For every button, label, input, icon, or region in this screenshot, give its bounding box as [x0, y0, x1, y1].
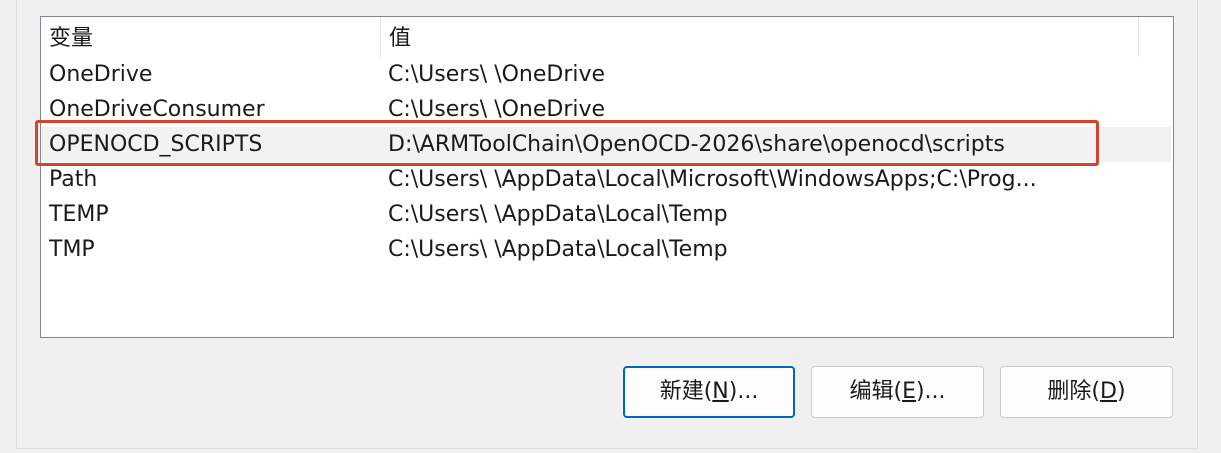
delete-button-label: 删除( [1047, 379, 1101, 404]
variable-value: C:\Users\ \AppData\Local\Microsoft\Windo… [388, 167, 1037, 192]
edit-button-label: 编辑( [849, 379, 903, 404]
column-header-variable[interactable]: 变量 [41, 17, 381, 57]
edit-button-accesskey: E [902, 379, 916, 404]
list-row-temp[interactable]: TEMP C:\Users\ \AppData\Local\Temp [41, 197, 1171, 232]
edit-button-suffix: )... [915, 379, 946, 404]
variable-name: TMP [49, 237, 95, 262]
variables-list[interactable]: 变量 值 OneDrive C:\Users\ \OneDrive OneDri… [40, 16, 1174, 338]
edit-button[interactable]: 编辑(E)... [811, 366, 984, 418]
variable-name: Path [49, 167, 98, 192]
new-button-label: 新建( [659, 379, 713, 404]
delete-button-suffix: ) [1116, 379, 1126, 404]
variable-value: C:\Users\ \OneDrive [388, 62, 606, 87]
new-button-accesskey: N [712, 379, 729, 404]
column-header-value[interactable]: 值 [381, 17, 1139, 57]
new-button-suffix: )... [728, 379, 759, 404]
list-row-path[interactable]: Path C:\Users\ \AppData\Local\Microsoft\… [41, 162, 1171, 197]
new-button[interactable]: 新建(N)... [623, 366, 795, 418]
variable-name: OneDrive [49, 62, 153, 87]
variable-name: TEMP [49, 202, 109, 227]
delete-button[interactable]: 删除(D) [1000, 366, 1173, 418]
list-header: 变量 值 [41, 17, 1139, 57]
list-row-onedrive[interactable]: OneDrive C:\Users\ \OneDrive [41, 57, 1171, 92]
delete-button-accesskey: D [1100, 379, 1117, 404]
variable-value: C:\Users\ \AppData\Local\Temp [388, 237, 728, 262]
list-row-tmp[interactable]: TMP C:\Users\ \AppData\Local\Temp [41, 232, 1171, 267]
annotation-highlight-box [35, 120, 1099, 166]
variable-value: C:\Users\ \AppData\Local\Temp [388, 202, 728, 227]
